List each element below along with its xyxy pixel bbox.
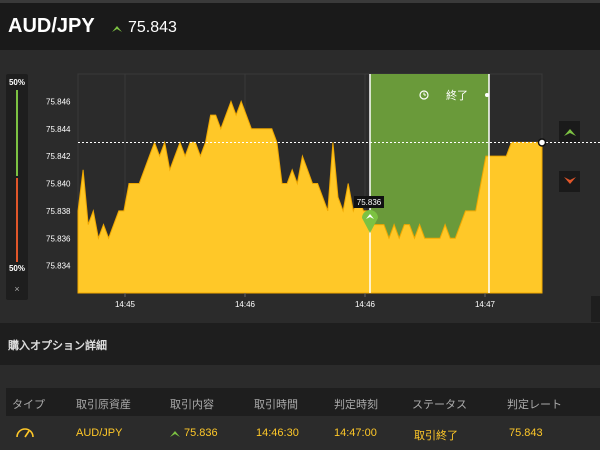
asset-cell: AUD/JPY	[76, 427, 123, 439]
y-tick-label: 75.836	[46, 234, 71, 243]
x-tick-label: 14:47	[475, 300, 496, 309]
chart-scroll-handle[interactable]	[591, 296, 600, 322]
y-axis-ticks: 75.846 75.844 75.842 75.840 75.838 75.836 75.8…	[46, 97, 71, 270]
y-tick-label: 75.844	[46, 125, 71, 134]
column-header-judge-rate: 判定レート	[507, 399, 562, 411]
up-arrow-icon	[170, 431, 180, 437]
high-button[interactable]	[559, 121, 580, 142]
entry-rate-cell: 75.836	[170, 427, 218, 439]
entry-rate-value: 75.836	[184, 427, 218, 439]
entry-label-text: 75.836	[357, 198, 382, 207]
option-type-cell	[14, 424, 36, 443]
table-header: タイプ 取引原資産 取引内容 取引時間 判定時刻 ステータス 判定レート	[6, 388, 600, 416]
judge-rate-cell: 75.843	[509, 427, 543, 439]
y-tick-label: 75.840	[46, 180, 71, 189]
down-arrow-icon	[563, 177, 576, 184]
expiry-text: 終了	[446, 88, 468, 102]
column-header-type: タイプ	[12, 399, 45, 411]
details-title: 購入オプション詳細	[8, 340, 107, 352]
low-button[interactable]	[559, 171, 580, 192]
current-price-dot	[537, 138, 547, 147]
column-header-asset: 取引原資産	[76, 399, 131, 411]
column-header-trade-time: 取引時間	[254, 399, 298, 411]
judge-time-cell: 14:47:00	[334, 427, 377, 439]
price-chart: 75.846 75.844 75.842 75.840 75.838 75.836 75.8…	[46, 73, 600, 309]
y-tick-label: 75.838	[46, 207, 71, 216]
x-axis-ticks: 14:45 14:46 14:46 14:47	[115, 293, 496, 309]
gauge-icon	[16, 428, 34, 438]
table-row[interactable]: AUD/JPY 75.836 14:46:30 14:47:00 取引終了 75…	[6, 418, 600, 448]
details-section-header: 購入オプション詳細	[0, 323, 600, 365]
y-tick-label: 75.846	[46, 97, 71, 106]
x-tick-label: 14:46	[355, 300, 376, 309]
column-header-content: 取引内容	[170, 399, 214, 411]
expiry-marker-dot	[485, 93, 489, 97]
column-header-status: ステータス	[412, 399, 467, 411]
up-arrow-icon	[563, 129, 576, 136]
trade-time-cell: 14:46:30	[256, 427, 299, 439]
x-tick-label: 14:45	[115, 300, 136, 309]
y-tick-label: 75.842	[46, 152, 71, 161]
column-header-judge-time: 判定時刻	[334, 399, 378, 411]
y-tick-label: 75.834	[46, 262, 71, 271]
x-tick-label: 14:46	[235, 300, 256, 309]
status-cell: 取引終了	[414, 430, 458, 442]
